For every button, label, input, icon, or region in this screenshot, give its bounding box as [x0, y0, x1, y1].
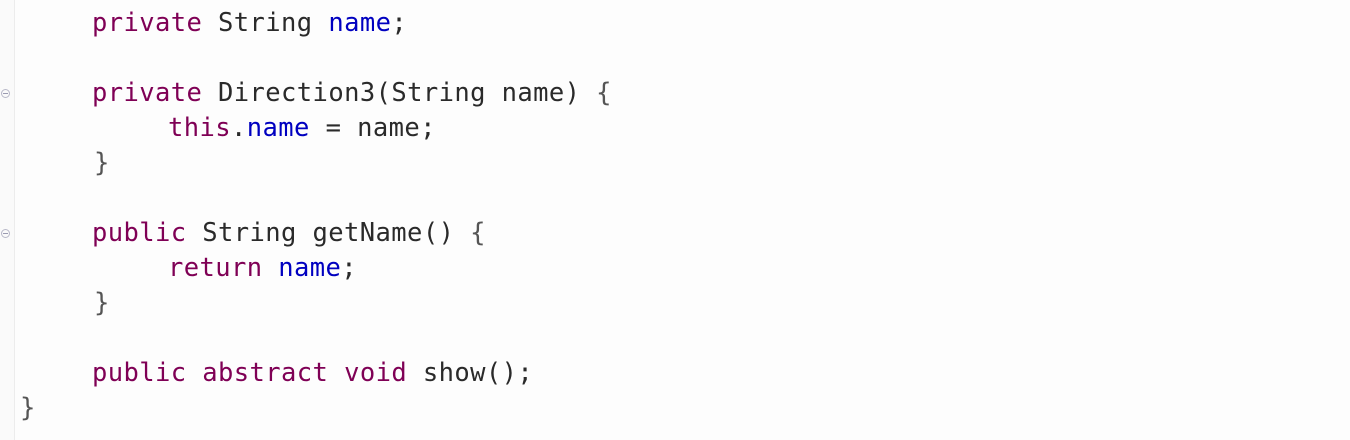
semicolon: ; — [391, 8, 408, 38]
field-name: name — [246, 113, 310, 143]
fold-collapse-icon[interactable] — [1, 229, 10, 238]
fold-collapse-icon[interactable] — [1, 89, 10, 98]
method-declaration: show(); — [422, 358, 534, 388]
keyword: public — [92, 358, 187, 388]
keyword: return — [168, 253, 263, 283]
assignment: = name; — [325, 113, 436, 143]
keyword: public — [92, 218, 187, 248]
keyword: abstract — [202, 358, 329, 388]
code-line-8: public abstract void show(); — [92, 356, 533, 391]
code-line-1: private String name; — [92, 6, 407, 41]
code-line-4: } — [94, 146, 110, 181]
code-line-9: } — [20, 391, 36, 426]
close-brace: } — [20, 393, 36, 423]
code-editor[interactable]: private String name; private Direction3(… — [0, 0, 1350, 440]
code-line-2: private Direction3(String name) { — [92, 76, 612, 111]
editor-gutter — [0, 0, 15, 440]
keyword: private — [92, 8, 203, 38]
constructor-declaration: Direction3(String name) — [218, 78, 581, 108]
keyword: void — [344, 358, 408, 388]
semicolon: ; — [341, 253, 358, 283]
dot: . — [231, 113, 247, 143]
close-brace: } — [94, 288, 110, 318]
code-line-7: } — [94, 286, 110, 321]
method-declaration: String getName() — [202, 218, 455, 248]
open-brace: { — [596, 78, 612, 108]
code-line-6: return name; — [168, 251, 357, 286]
field-name: name — [278, 253, 342, 283]
open-brace: { — [470, 218, 486, 248]
close-brace: } — [94, 148, 110, 178]
keyword: this — [168, 113, 232, 143]
field-name: name — [328, 8, 392, 38]
keyword: private — [92, 78, 203, 108]
code-line-3: this.name = name; — [168, 111, 436, 146]
type-name: String — [218, 8, 313, 38]
code-line-5: public String getName() { — [92, 216, 486, 251]
